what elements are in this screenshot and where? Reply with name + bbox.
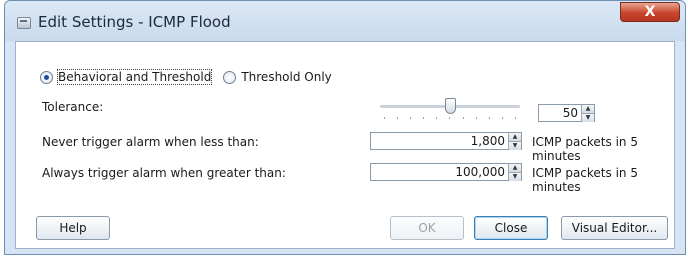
ok-button[interactable]: OK <box>390 216 464 240</box>
spin-up-icon[interactable]: ▲ <box>509 133 521 141</box>
tolerance-label: Tolerance: <box>42 100 104 114</box>
spin-up-icon[interactable]: ▲ <box>509 164 521 172</box>
spinner-arrows: ▲ ▼ <box>508 133 521 150</box>
threshold-high-value[interactable]: 100,000 <box>371 164 508 180</box>
visual-editor-button[interactable]: Visual Editor... <box>561 216 668 240</box>
window-close-button[interactable]: X <box>620 2 680 22</box>
threshold-high-label: Always trigger alarm when greater than: <box>42 166 286 180</box>
spin-down-icon[interactable]: ▼ <box>509 172 521 181</box>
spinner-arrows: ▲ ▼ <box>581 105 594 122</box>
mode-radio-group: Behavioral and Threshold Threshold Only <box>40 69 344 85</box>
help-button[interactable]: Help <box>36 216 110 240</box>
dialog-window: Edit Settings - ICMP Flood X Behavioral … <box>4 0 686 255</box>
radio-threshold-only[interactable] <box>223 70 237 84</box>
threshold-low-label: Never trigger alarm when less than: <box>42 135 259 149</box>
threshold-low-value[interactable]: 1,800 <box>371 133 508 149</box>
threshold-high-spinner[interactable]: 100,000 ▲ ▼ <box>370 163 522 181</box>
tolerance-value[interactable]: 50 <box>539 105 581 121</box>
slider-thumb[interactable] <box>445 98 456 114</box>
spinner-arrows: ▲ ▼ <box>508 164 521 181</box>
radio-label-behavioral-and-threshold[interactable]: Behavioral and Threshold <box>56 69 213 85</box>
slider-ticks <box>384 117 516 120</box>
radio-behavioral-and-threshold[interactable] <box>40 70 53 84</box>
title-bar[interactable]: Edit Settings - ICMP Flood X <box>5 1 685 41</box>
tolerance-slider[interactable] <box>380 98 520 122</box>
window-icon <box>17 17 31 29</box>
threshold-low-spinner[interactable]: 1,800 ▲ ▼ <box>370 132 522 150</box>
spin-down-icon[interactable]: ▼ <box>509 141 521 150</box>
close-button[interactable]: Close <box>474 216 548 240</box>
spin-up-icon[interactable]: ▲ <box>582 105 594 113</box>
dialog-content: Behavioral and Threshold Threshold Only … <box>15 41 675 249</box>
radio-label-threshold-only[interactable]: Threshold Only <box>241 70 331 84</box>
tolerance-spinner[interactable]: 50 ▲ ▼ <box>538 104 595 122</box>
spin-down-icon[interactable]: ▼ <box>582 113 594 122</box>
threshold-high-unit: ICMP packets in 5 minutes <box>532 166 638 194</box>
window-title: Edit Settings - ICMP Flood <box>38 13 231 31</box>
threshold-low-unit: ICMP packets in 5 minutes <box>532 135 638 163</box>
